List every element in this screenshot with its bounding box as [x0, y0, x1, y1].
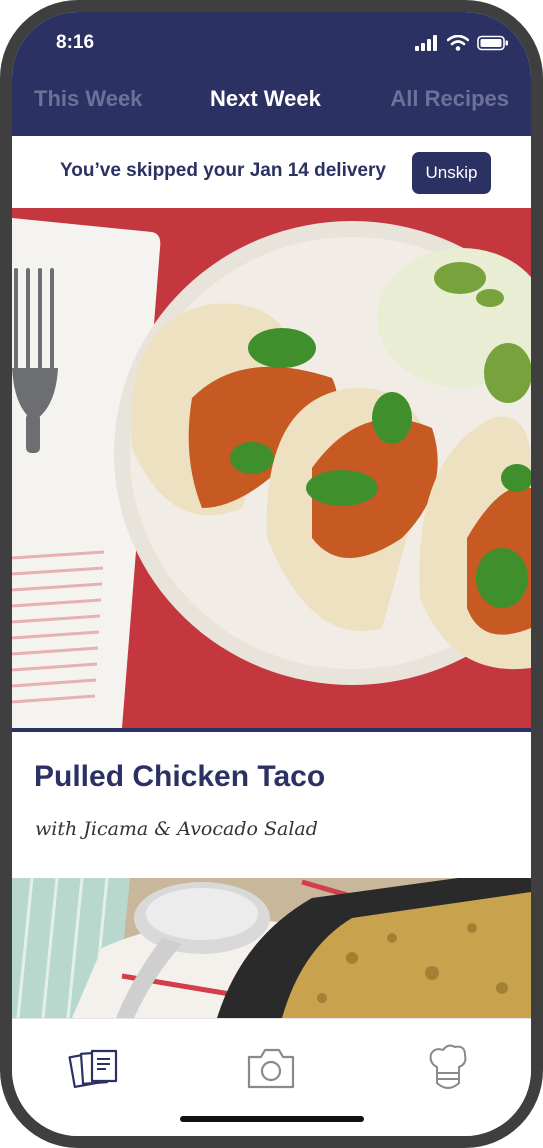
skip-banner: You’ve skipped your Jan 14 delivery Unsk… — [12, 136, 531, 208]
app-header: 8:16 This Week Next Week All Recipes — [12, 12, 531, 136]
nav-camera[interactable] — [243, 1043, 299, 1093]
battery-icon — [477, 35, 508, 51]
chef-hat-icon — [429, 1044, 467, 1089]
recipe-cards-icon — [68, 1049, 118, 1088]
next-recipe-illustration — [12, 878, 531, 1018]
status-time: 8:16 — [56, 32, 95, 53]
skip-message: You’ve skipped your Jan 14 delivery — [60, 160, 386, 181]
week-tabs: This Week Next Week All Recipes — [12, 86, 531, 122]
signal-icon — [415, 35, 437, 51]
next-recipe-photo[interactable] — [12, 878, 531, 1018]
recipe-card-info[interactable]: Pulled Chicken Taco with Jicama & Avocad… — [12, 732, 531, 878]
phone-frame: 8:16 This Week Next Week All Recipes You… — [0, 0, 543, 1148]
wifi-icon — [447, 35, 469, 51]
app-screen: 8:16 This Week Next Week All Recipes You… — [12, 12, 531, 1136]
recipe-title: Pulled Chicken Taco — [34, 760, 326, 793]
recipe-subtitle: with Jicama & Avocado Salad — [35, 818, 318, 840]
recipe-photo[interactable] — [12, 208, 531, 728]
nav-recipe-cards[interactable] — [68, 1043, 124, 1093]
status-icons — [415, 34, 509, 52]
nav-chef-profile[interactable] — [421, 1043, 477, 1093]
taco-plate-illustration — [12, 208, 531, 728]
home-indicator[interactable] — [180, 1116, 364, 1122]
tab-this-week[interactable]: This Week — [34, 86, 142, 112]
unskip-button[interactable]: Unskip — [412, 152, 491, 194]
tab-next-week[interactable]: Next Week — [210, 86, 321, 112]
tab-all-recipes[interactable]: All Recipes — [390, 86, 509, 112]
camera-icon — [247, 1048, 295, 1089]
